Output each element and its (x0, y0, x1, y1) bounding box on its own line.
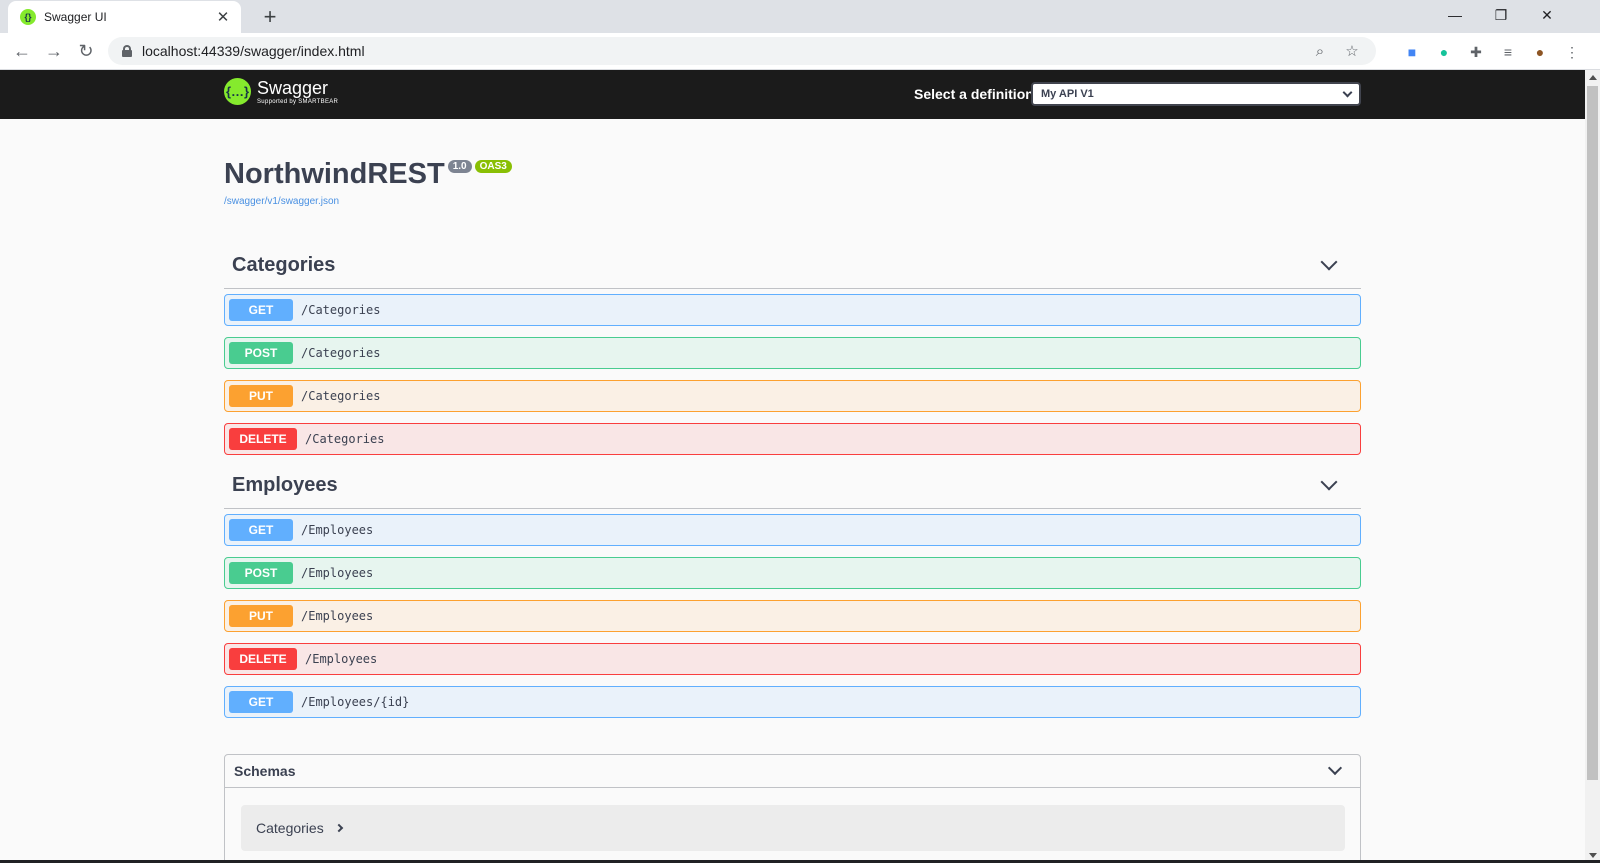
scroll-up-arrow-icon[interactable] (1589, 75, 1597, 80)
definition-selected-value: My API V1 (1041, 88, 1094, 100)
chevron-down-icon[interactable] (1327, 760, 1343, 776)
tag-title: Categories (232, 253, 336, 276)
chevron-down-icon[interactable] (1320, 473, 1338, 491)
extensions-puzzle-icon[interactable]: ✚ (1466, 42, 1486, 62)
swagger-topbar: {…} Swagger Supported by SMARTBEAR Selec… (0, 70, 1585, 119)
definition-label: Select a definition (914, 86, 1034, 102)
scroll-down-arrow-icon[interactable] (1589, 853, 1597, 858)
method-badge: GET (229, 519, 293, 541)
close-window-button[interactable]: ✕ (1524, 0, 1570, 30)
operation-path: /Categories (305, 432, 385, 446)
operation-get-employee-by-id[interactable]: GET /Employees/{id} (224, 686, 1361, 718)
method-badge: POST (229, 342, 293, 364)
reload-button[interactable]: ↻ (72, 37, 100, 65)
page-scrollbar[interactable] (1585, 70, 1600, 863)
api-title: NorthwindREST (224, 158, 445, 190)
method-badge: DELETE (229, 648, 297, 670)
restore-button[interactable]: ❐ (1478, 0, 1524, 30)
swagger-logo-icon: {…} (224, 78, 251, 105)
version-badge: 1.0 (447, 160, 472, 173)
operation-delete-employees[interactable]: DELETE /Employees (224, 643, 1361, 675)
browser-tab[interactable]: {} Swagger UI ✕ (8, 1, 241, 33)
chevron-down-icon[interactable] (1320, 253, 1338, 271)
tag-section-categories: Categories GET /Categories POST /Categor… (224, 242, 1361, 455)
lock-icon (122, 45, 132, 57)
tag-header-employees[interactable]: Employees (224, 462, 1361, 509)
tag-section-employees: Employees GET /Employees POST /Employees… (224, 462, 1361, 718)
back-button[interactable]: ← (8, 37, 36, 65)
model-name: Categories (256, 820, 324, 836)
minimize-button[interactable]: — (1432, 0, 1478, 30)
operation-path: /Employees (301, 609, 374, 623)
operation-path: /Employees (305, 652, 378, 666)
operation-path: /Categories (301, 303, 381, 317)
url-text: localhost:44339/swagger/index.html (142, 43, 365, 59)
operation-post-categories[interactable]: POST /Categories (224, 337, 1361, 369)
operation-get-categories[interactable]: GET /Categories (224, 294, 1361, 326)
forward-button[interactable]: → (40, 37, 68, 65)
swagger-favicon-icon: {} (20, 9, 36, 25)
operation-path: /Employees (301, 523, 374, 537)
operation-path: /Categories (301, 346, 381, 360)
profile-avatar[interactable]: ● (1530, 42, 1550, 62)
new-tab-button[interactable]: + (257, 4, 283, 30)
schemas-section: Schemas Categories (224, 754, 1361, 863)
method-badge: GET (229, 299, 293, 321)
chevron-down-icon (1342, 87, 1353, 97)
method-badge: PUT (229, 605, 293, 627)
operation-path: /Categories (301, 389, 381, 403)
operation-post-employees[interactable]: POST /Employees (224, 557, 1361, 589)
api-info-title: NorthwindREST 1.0 OAS3 (224, 158, 512, 191)
operation-put-employees[interactable]: PUT /Employees (224, 600, 1361, 632)
close-tab-icon[interactable]: ✕ (215, 8, 231, 26)
chevron-right-icon (334, 823, 343, 833)
browser-tab-strip: {} Swagger UI ✕ + — ❐ ✕ (0, 0, 1600, 33)
tab-title: Swagger UI (44, 10, 107, 24)
oas-badge: OAS3 (474, 160, 512, 173)
schemas-header[interactable]: Schemas (225, 755, 1360, 788)
operation-path: /Employees (301, 566, 374, 580)
method-badge: GET (229, 691, 293, 713)
definition-select[interactable]: My API V1 (1031, 82, 1361, 106)
browser-toolbar: ← → ↻ localhost:44339/swagger/index.html… (0, 33, 1600, 70)
operation-get-employees[interactable]: GET /Employees (224, 514, 1361, 546)
operation-delete-categories[interactable]: DELETE /Categories (224, 423, 1361, 455)
logo-subtitle: Supported by SMARTBEAR (257, 98, 339, 105)
swagger-logo[interactable]: {…} Swagger Supported by SMARTBEAR (224, 78, 338, 105)
tag-title: Employees (232, 473, 338, 496)
model-categories[interactable]: Categories (241, 805, 1345, 851)
bookmark-star-icon[interactable]: ☆ (1344, 43, 1360, 60)
method-badge: POST (229, 562, 293, 584)
tag-header-categories[interactable]: Categories (224, 242, 1361, 289)
browser-menu-icon[interactable]: ⋮ (1562, 42, 1582, 62)
logo-name: Swagger (257, 77, 329, 98)
method-badge: PUT (229, 385, 293, 407)
schemas-title: Schemas (234, 763, 296, 779)
zoom-icon[interactable]: ⌕ (1312, 43, 1328, 60)
operation-put-categories[interactable]: PUT /Categories (224, 380, 1361, 412)
scrollbar-thumb[interactable] (1587, 86, 1598, 780)
grammarly-extension-icon[interactable]: ● (1434, 42, 1454, 62)
spec-json-link[interactable]: /swagger/v1/swagger.json (224, 196, 339, 207)
translate-extension-icon[interactable]: ■ (1402, 42, 1422, 62)
address-bar[interactable]: localhost:44339/swagger/index.html ⌕ ☆ (108, 37, 1376, 65)
media-control-icon[interactable]: ≡ (1498, 42, 1518, 62)
method-badge: DELETE (229, 428, 297, 450)
operation-path: /Employees/{id} (301, 695, 410, 709)
